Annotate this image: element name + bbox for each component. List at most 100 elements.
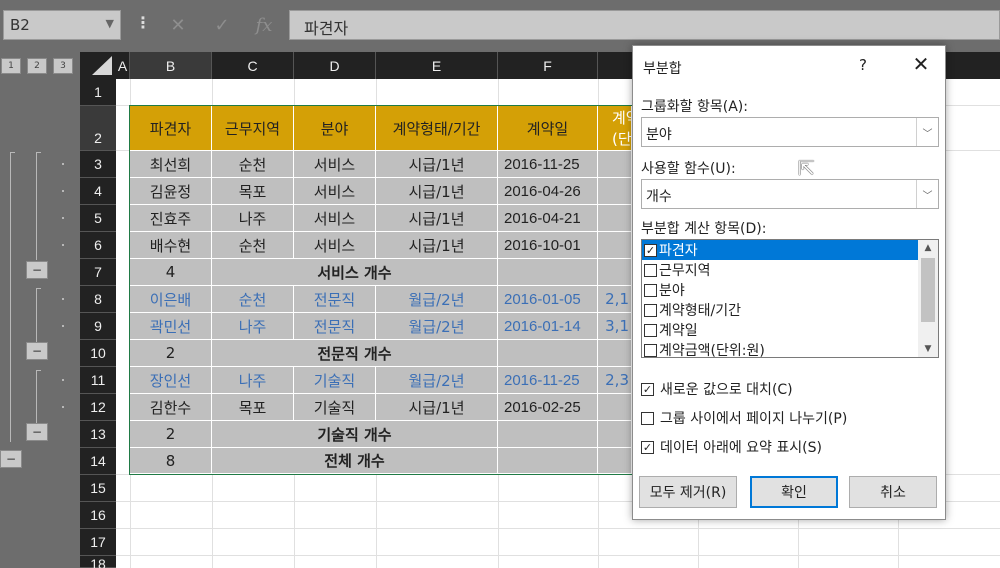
group-by-select[interactable]: 분야 ﹀ xyxy=(641,117,939,147)
table-cell[interactable] xyxy=(598,205,632,232)
table-cell[interactable] xyxy=(598,448,632,474)
table-cell[interactable]: 전문직 xyxy=(294,313,376,340)
help-icon[interactable]: ? xyxy=(859,56,867,74)
column-header-a[interactable]: A xyxy=(116,52,130,79)
table-cell[interactable]: 2016-04-26 xyxy=(498,178,598,205)
table-header-cell[interactable]: 계약일 xyxy=(498,106,598,151)
table-cell[interactable]: 2016-11-25 xyxy=(498,151,598,178)
chevron-down-icon[interactable]: ﹀ xyxy=(916,180,938,208)
table-cell[interactable]: 3,1 xyxy=(598,313,632,340)
checkbox[interactable] xyxy=(644,343,657,357)
row-header-17[interactable]: 17 xyxy=(80,529,116,556)
insert-function-icon[interactable]: fx xyxy=(244,10,284,40)
table-cell[interactable]: 2016-10-01 xyxy=(498,232,598,259)
outline-detail-dot[interactable] xyxy=(62,163,64,165)
subtotal-count-cell[interactable]: 4 xyxy=(130,259,212,286)
table-cell[interactable] xyxy=(598,178,632,205)
checkbox[interactable] xyxy=(641,411,654,425)
checkbox[interactable]: ✓ xyxy=(644,243,657,257)
subtotal-count-cell[interactable]: 2 xyxy=(130,421,212,448)
function-select[interactable]: 개수 ﹀ xyxy=(641,179,939,209)
collapse-group-button[interactable]: − xyxy=(26,261,48,279)
list-item[interactable]: 근무지역 xyxy=(642,260,918,280)
table-cell[interactable]: 시급/1년 xyxy=(376,205,498,232)
close-icon[interactable]: ✕ xyxy=(909,52,933,76)
page-break-option[interactable]: 그룹 사이에서 페이지 나누기(P) xyxy=(641,408,847,428)
more-vertical-icon[interactable]: ⋮ xyxy=(135,13,151,32)
row-header-3[interactable]: 3 xyxy=(80,151,116,178)
enter-icon[interactable]: ✓ xyxy=(202,10,242,40)
row-header-8[interactable]: 8 xyxy=(80,286,116,313)
table-cell[interactable]: 월급/2년 xyxy=(376,313,498,340)
scrollbar-thumb[interactable] xyxy=(921,258,935,322)
table-cell[interactable] xyxy=(598,232,632,259)
table-cell[interactable]: 2016-04-21 xyxy=(498,205,598,232)
row-header-6[interactable]: 6 xyxy=(80,232,116,259)
table-cell[interactable]: 순천 xyxy=(212,232,294,259)
grand-total-count-cell[interactable]: 8 xyxy=(130,448,212,474)
collapse-group-button[interactable]: − xyxy=(26,342,48,360)
scroll-down-icon[interactable]: ▼ xyxy=(918,341,938,357)
column-header-f[interactable]: F xyxy=(498,52,598,79)
table-cell[interactable] xyxy=(598,151,632,178)
table-cell[interactable]: 김윤정 xyxy=(130,178,212,205)
outline-detail-dot[interactable] xyxy=(62,379,64,381)
table-cell[interactable] xyxy=(498,340,598,367)
grand-total-label-cell[interactable]: 전체 개수 xyxy=(212,448,498,474)
outline-detail-dot[interactable] xyxy=(62,190,64,192)
row-header-5[interactable]: 5 xyxy=(80,205,116,232)
row-header-4[interactable]: 4 xyxy=(80,178,116,205)
table-cell[interactable]: 2,1 xyxy=(598,286,632,313)
table-cell[interactable]: 전문직 xyxy=(294,286,376,313)
table-cell[interactable]: 월급/2년 xyxy=(376,286,498,313)
cancel-icon[interactable]: ✕ xyxy=(158,10,198,40)
row-header-14[interactable]: 14 xyxy=(80,448,116,475)
table-cell[interactable]: 서비스 xyxy=(294,205,376,232)
table-cell[interactable]: 서비스 xyxy=(294,232,376,259)
table-cell[interactable]: 2016-02-25 xyxy=(498,394,598,421)
row-header-9[interactable]: 9 xyxy=(80,313,116,340)
row-header-2[interactable]: 2 xyxy=(80,106,116,151)
column-header-b[interactable]: B xyxy=(130,52,212,79)
table-cell[interactable]: 2016-11-25 xyxy=(498,367,598,394)
table-cell[interactable]: 서비스 xyxy=(294,151,376,178)
outline-detail-dot[interactable] xyxy=(62,298,64,300)
table-cell[interactable] xyxy=(598,259,632,286)
table-header-cell-partial[interactable]: 계약 (단 xyxy=(598,106,632,151)
summary-below-option[interactable]: ✓ 데이터 아래에 요약 표시(S) xyxy=(641,437,822,457)
subtotal-label-cell[interactable]: 기술직 개수 xyxy=(212,421,498,448)
column-header-d[interactable]: D xyxy=(294,52,376,79)
list-item[interactable]: ✓ 파견자 xyxy=(642,240,918,260)
remove-all-button[interactable]: 모두 제거(R) xyxy=(639,476,737,508)
row-header-18[interactable]: 18 xyxy=(80,556,116,568)
table-cell[interactable] xyxy=(598,421,632,448)
table-header-cell[interactable]: 분야 xyxy=(294,106,376,151)
table-cell[interactable]: 목포 xyxy=(212,394,294,421)
cancel-button[interactable]: 취소 xyxy=(849,476,937,508)
table-cell[interactable]: 2,3 xyxy=(598,367,632,394)
collapse-group-button[interactable]: − xyxy=(26,423,48,441)
table-cell[interactable]: 순천 xyxy=(212,286,294,313)
list-item[interactable]: 분야 xyxy=(642,280,918,300)
table-cell[interactable]: 2016-01-14 xyxy=(498,313,598,340)
table-cell[interactable]: 나주 xyxy=(212,367,294,394)
table-cell[interactable] xyxy=(498,448,598,474)
column-header-c[interactable]: C xyxy=(212,52,294,79)
table-cell[interactable]: 곽민선 xyxy=(130,313,212,340)
table-cell[interactable]: 목포 xyxy=(212,178,294,205)
table-cell[interactable]: 장인선 xyxy=(130,367,212,394)
table-cell[interactable]: 기술직 xyxy=(294,394,376,421)
scroll-up-icon[interactable]: ▲ xyxy=(918,240,938,256)
subtotal-count-cell[interactable]: 2 xyxy=(130,340,212,367)
row-header-13[interactable]: 13 xyxy=(80,421,116,448)
table-cell[interactable]: 최선희 xyxy=(130,151,212,178)
checkbox[interactable] xyxy=(644,263,657,277)
column-header-e[interactable]: E xyxy=(376,52,498,79)
table-cell[interactable]: 시급/1년 xyxy=(376,232,498,259)
outline-detail-dot[interactable] xyxy=(62,406,64,408)
table-cell[interactable]: 김한수 xyxy=(130,394,212,421)
outline-level-1-button[interactable]: 1 xyxy=(1,58,21,74)
table-cell[interactable] xyxy=(598,340,632,367)
table-cell[interactable]: 진효주 xyxy=(130,205,212,232)
table-cell[interactable] xyxy=(598,394,632,421)
